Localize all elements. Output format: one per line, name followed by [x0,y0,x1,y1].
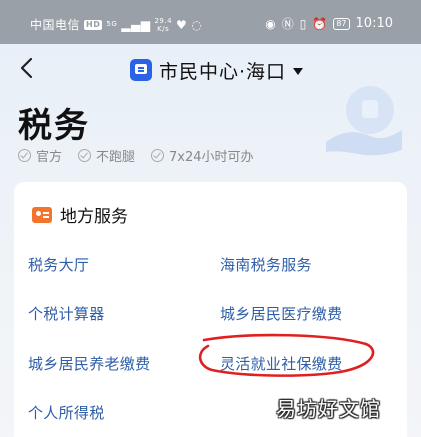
service-pension-payment[interactable]: 城乡居民养老缴费 [28,353,150,374]
check-circle-icon [78,149,92,162]
page-title: 税务 [18,106,90,146]
net-speed-value: 29.4 [154,16,173,25]
net-speed: 29.4 K/s [154,17,172,33]
city-center-icon [130,59,152,81]
carrier-name: 中国电信 [30,18,81,32]
back-icon[interactable] [18,56,36,80]
city-selector[interactable]: 市民中心·海口 [130,56,304,84]
check-circle-icon [18,149,31,162]
vibrate-icon: ▯ [299,16,307,31]
nfc-icon: Ⓝ [281,17,294,31]
clock: 10:10 [355,16,393,31]
feature-no-errand: 不跑腿 [78,146,135,165]
signal-bars-icon: ▂▄▆ [121,17,151,32]
section-title: 地方服务 [60,207,128,227]
chevron-down-icon [293,67,304,75]
feature-label: 官方 [36,150,63,165]
status-right: ◉ Ⓝ ▯ ⏰ 87 10:10 [265,15,393,32]
status-bar: 中国电信 HD 5G ▂▄▆ 29.4 K/s ♥ ◌ ◉ Ⓝ ▯ ⏰ 87 1… [0,0,421,44]
feature-official: 官方 [18,146,62,165]
service-tax-calculator[interactable]: 个税计算器 [28,303,105,324]
chat-icon: ◌ [191,17,203,32]
tax-illustration-icon [326,86,402,156]
city-title: 市民中心·海口 [159,60,287,83]
heart-icon: ♥ [176,17,188,32]
feature-24-7: 7x24小时可办 [151,146,254,165]
section-header: 地方服务 [32,202,128,227]
battery-icon: 87 [333,17,350,30]
watermark: 易坊好文馆 [276,397,381,421]
hd-badge: HD [84,19,103,30]
feature-list: 官方 不跑腿 7x24小时可办 [18,146,254,165]
alarm-icon: ⏰ [312,16,328,31]
service-medical-payment[interactable]: 城乡居民医疗缴费 [220,303,342,324]
service-hainan-tax[interactable]: 海南税务服务 [220,254,312,275]
service-flexible-social-insurance[interactable]: 灵活就业社保缴费 [220,353,342,374]
id-card-icon [32,206,52,223]
signal-type: 5G [106,20,118,28]
feature-label: 不跑腿 [96,150,136,165]
service-personal-income-tax[interactable]: 个人所得税 [28,402,105,423]
service-tax-hall[interactable]: 税务大厅 [28,254,89,275]
status-left: 中国电信 HD 5G ▂▄▆ 29.4 K/s ♥ ◌ [30,16,202,33]
feature-label: 7x24小时可办 [169,150,254,165]
eye-icon: ◉ [265,16,276,31]
net-speed-unit: K/s [157,24,170,33]
check-circle-icon [151,149,165,162]
